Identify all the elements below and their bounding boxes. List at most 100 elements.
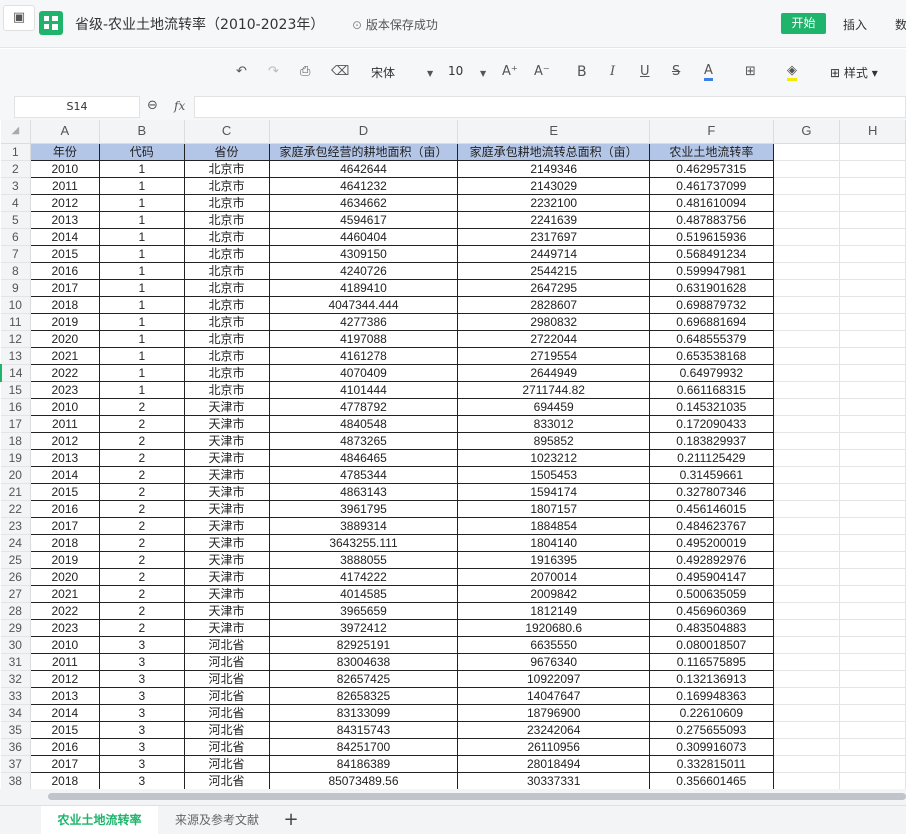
cell[interactable]: 2018 — [29, 771, 101, 789]
cell[interactable]: 天津市 — [183, 482, 270, 501]
cell[interactable]: 1023212 — [457, 448, 650, 467]
cell[interactable]: 4014585 — [268, 584, 459, 603]
column-header-C[interactable]: C — [184, 120, 270, 144]
empty-cell[interactable] — [773, 517, 841, 535]
cell[interactable]: 0.31459661 — [649, 465, 774, 484]
empty-cell[interactable] — [773, 670, 841, 688]
cell[interactable]: 2 — [99, 431, 185, 450]
cell[interactable]: 2070014 — [457, 567, 650, 586]
cell[interactable]: 2143029 — [457, 176, 650, 195]
cell[interactable]: 2719554 — [457, 346, 650, 365]
cell[interactable]: 2021 — [29, 584, 101, 603]
bold-icon[interactable]: B — [577, 64, 587, 80]
cell[interactable]: 2018 — [29, 295, 101, 314]
chevron-down-icon[interactable]: ▼ — [427, 69, 433, 78]
row-number[interactable]: 1 — [1, 143, 31, 161]
header-cell[interactable]: 省份 — [183, 142, 270, 161]
cell[interactable]: 2 — [99, 584, 185, 603]
fill-color-icon[interactable]: ◈ — [787, 64, 797, 81]
cell[interactable]: 18796900 — [457, 703, 650, 722]
empty-cell[interactable] — [839, 415, 906, 433]
column-header-B[interactable]: B — [99, 120, 185, 144]
cell[interactable]: 2010 — [29, 635, 101, 654]
header-cell[interactable]: 代码 — [99, 142, 185, 161]
header-cell[interactable]: 农业土地流转率 — [649, 142, 774, 161]
empty-cell[interactable] — [773, 211, 841, 229]
cell[interactable]: 北京市 — [183, 312, 270, 331]
empty-cell[interactable] — [839, 449, 906, 467]
font-color-icon[interactable]: A — [704, 64, 713, 81]
select-all-corner[interactable]: ◢ — [1, 120, 31, 144]
sheet-tab-active[interactable]: 农业土地流转率 — [41, 806, 158, 835]
cell[interactable]: 4047344.444 — [268, 295, 459, 314]
row-number[interactable]: 14 — [0, 364, 31, 382]
cell[interactable]: 0.356601465 — [649, 771, 774, 789]
cell[interactable]: 2015 — [29, 482, 101, 501]
italic-icon[interactable]: I — [610, 64, 615, 79]
empty-cell[interactable] — [773, 381, 841, 399]
horizontal-scrollbar[interactable] — [0, 789, 906, 805]
cell[interactable]: 4309150 — [268, 244, 459, 263]
cell[interactable]: 2980832 — [457, 312, 650, 331]
empty-cell[interactable] — [773, 653, 841, 671]
empty-cell[interactable] — [839, 500, 906, 518]
cell[interactable]: 1 — [99, 380, 185, 399]
cell[interactable]: 4277386 — [268, 312, 459, 331]
cell[interactable]: 0.211125429 — [649, 448, 774, 467]
empty-cell[interactable] — [839, 483, 906, 501]
cell[interactable]: 0.568491234 — [649, 244, 774, 263]
tab-start[interactable]: 开始 — [781, 13, 826, 34]
cell[interactable]: 10922097 — [457, 669, 650, 688]
empty-cell[interactable] — [773, 177, 841, 195]
empty-cell[interactable] — [839, 228, 906, 246]
row-number[interactable]: 13 — [1, 347, 31, 365]
cell[interactable]: 天津市 — [183, 465, 270, 484]
cell[interactable]: 2644949 — [457, 363, 650, 382]
cell[interactable]: 河北省 — [183, 737, 270, 756]
empty-cell[interactable] — [773, 534, 841, 552]
cell[interactable]: 天津市 — [183, 567, 270, 586]
undo-icon[interactable]: ↶ — [236, 64, 247, 79]
empty-cell[interactable] — [839, 687, 906, 705]
empty-cell[interactable] — [773, 347, 841, 365]
cell[interactable]: 9676340 — [457, 652, 650, 671]
cell[interactable]: 2 — [99, 516, 185, 535]
empty-cell[interactable] — [773, 483, 841, 501]
empty-cell[interactable] — [839, 177, 906, 195]
empty-cell[interactable] — [839, 398, 906, 416]
row-number[interactable]: 22 — [1, 500, 31, 518]
cell[interactable]: 2232100 — [457, 193, 650, 212]
cell[interactable]: 0.309916073 — [649, 737, 774, 756]
cell[interactable]: 2021 — [29, 346, 101, 365]
empty-cell[interactable] — [773, 432, 841, 450]
cell[interactable]: 0.327807346 — [649, 482, 774, 501]
format-painter-icon[interactable]: ⎙ — [300, 64, 310, 79]
cell[interactable]: 1 — [99, 363, 185, 382]
cell[interactable]: 河北省 — [183, 720, 270, 739]
empty-cell[interactable] — [839, 517, 906, 535]
header-cell[interactable]: 年份 — [29, 142, 101, 161]
empty-cell[interactable] — [773, 449, 841, 467]
row-number[interactable]: 26 — [1, 568, 31, 586]
empty-cell[interactable] — [773, 721, 841, 739]
cell[interactable]: 2014 — [29, 703, 101, 722]
add-sheet-button[interactable]: + — [276, 806, 306, 835]
cell[interactable]: 0.462957315 — [649, 159, 774, 178]
cell[interactable]: 2544215 — [457, 261, 650, 280]
cell[interactable]: 3972412 — [268, 618, 459, 637]
cell[interactable]: 2017 — [29, 754, 101, 773]
row-number[interactable]: 31 — [1, 653, 31, 671]
cell[interactable]: 2009842 — [457, 584, 650, 603]
empty-cell[interactable] — [839, 313, 906, 331]
row-number[interactable]: 27 — [1, 585, 31, 603]
cell[interactable]: 0.456960369 — [649, 601, 774, 620]
cell[interactable]: 3888055 — [268, 550, 459, 569]
empty-cell[interactable] — [773, 160, 841, 178]
cell[interactable]: 3 — [99, 669, 185, 688]
column-header-E[interactable]: E — [457, 120, 650, 144]
cell[interactable]: 0.461737099 — [649, 176, 774, 195]
cell[interactable]: 26110956 — [457, 737, 650, 756]
row-number[interactable]: 17 — [1, 415, 31, 433]
cell[interactable]: 4174222 — [268, 567, 459, 586]
empty-cell[interactable] — [839, 738, 906, 756]
